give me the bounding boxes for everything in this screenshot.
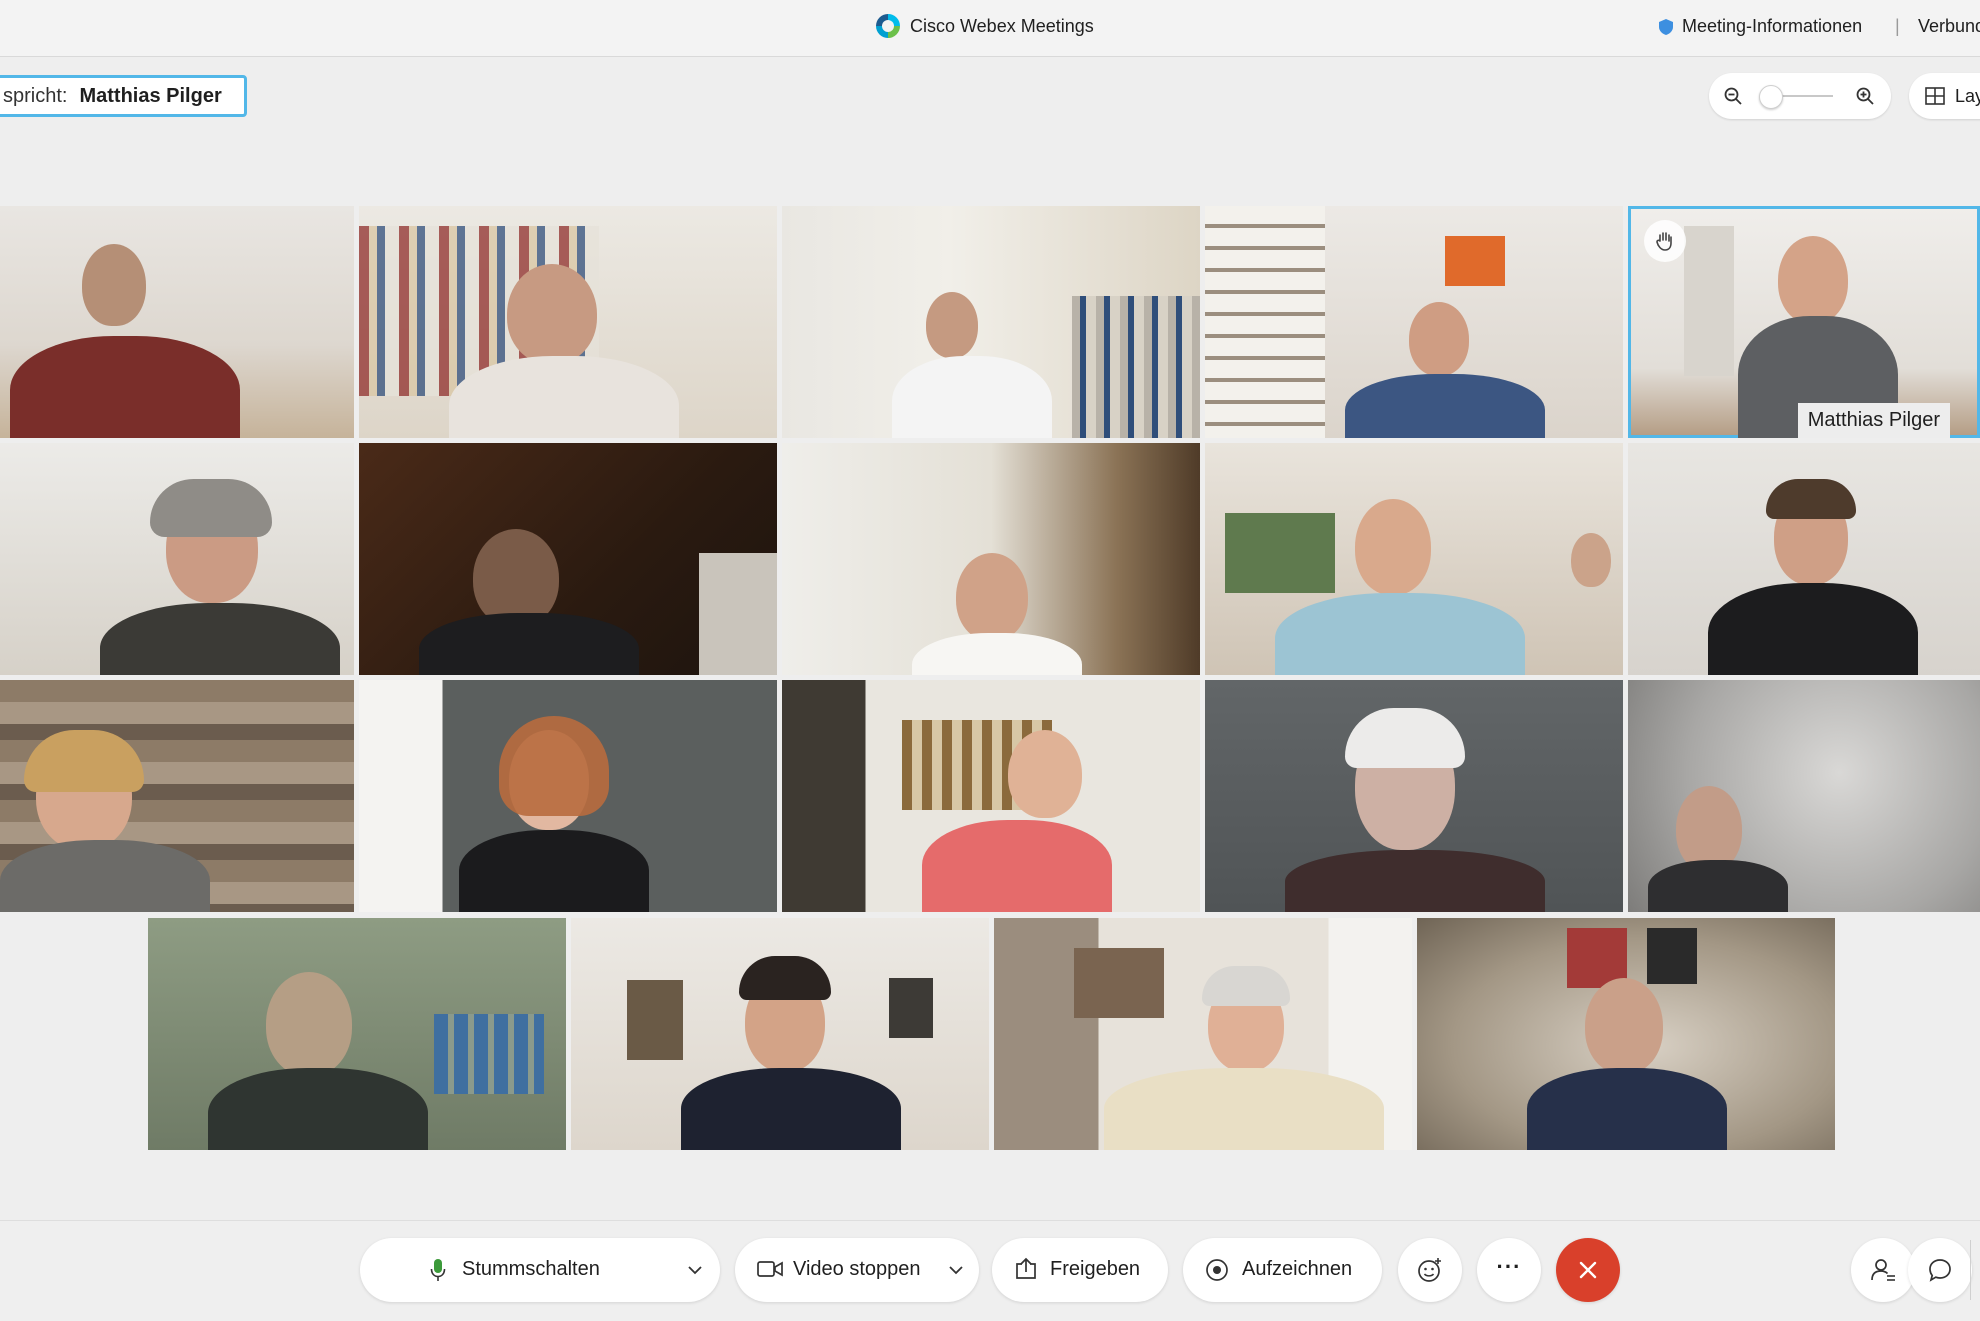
- participants-button[interactable]: [1851, 1238, 1915, 1302]
- video-tile[interactable]: [571, 918, 989, 1150]
- video-label: Video stoppen: [793, 1258, 921, 1280]
- record-icon: [1206, 1259, 1228, 1281]
- shield-icon: [1659, 18, 1673, 35]
- participant-name-tag: Matthias Pilger: [1797, 403, 1950, 438]
- connection-status: Verbunden: [1918, 16, 1980, 36]
- video-tile[interactable]: [1205, 443, 1623, 675]
- chevron-down-icon[interactable]: [949, 1266, 963, 1275]
- share-icon: [1016, 1257, 1036, 1279]
- speaking-label: spricht:: [3, 84, 68, 107]
- zoom-slider-thumb[interactable]: [1759, 85, 1783, 109]
- meeting-info-button[interactable]: Meeting-Informationen: [1658, 16, 1862, 37]
- record-button[interactable]: Aufzeichnen: [1183, 1238, 1382, 1302]
- mute-button[interactable]: Stummschalten: [360, 1238, 720, 1302]
- hand-icon: [1656, 232, 1672, 251]
- video-tile[interactable]: [359, 206, 777, 438]
- more-options-icon: ···: [1496, 1254, 1522, 1279]
- reactions-button[interactable]: [1398, 1238, 1462, 1302]
- chat-button[interactable]: [1908, 1238, 1972, 1302]
- app-title-text: Cisco Webex Meetings: [910, 15, 1094, 36]
- app-title: Cisco Webex Meetings: [876, 14, 1094, 38]
- chevron-down-icon[interactable]: [688, 1266, 702, 1275]
- video-tile[interactable]: [1628, 680, 1980, 912]
- share-label: Freigeben: [1050, 1258, 1141, 1280]
- speaking-name: Matthias Pilger: [79, 84, 222, 107]
- video-tile[interactable]: [359, 443, 777, 675]
- bottom-toolbar: [0, 1220, 1980, 1321]
- video-tile[interactable]: [1628, 443, 1980, 675]
- video-tile[interactable]: [0, 443, 354, 675]
- video-tile-active-speaker[interactable]: Matthias Pilger: [1628, 206, 1980, 438]
- active-speaker-badge: spricht: Matthias Pilger: [0, 75, 247, 117]
- video-tile[interactable]: [994, 918, 1412, 1150]
- layout-label: Layout: [1955, 85, 1980, 106]
- video-tile[interactable]: [1417, 918, 1835, 1150]
- microphone-icon: [430, 1259, 446, 1281]
- layout-grid-icon: [1925, 87, 1945, 105]
- video-tile[interactable]: [1205, 206, 1623, 438]
- title-separator: |: [1895, 16, 1900, 36]
- mute-label: Stummschalten: [462, 1258, 600, 1280]
- chat-bubble-icon: [1929, 1259, 1951, 1282]
- meeting-info-label: Meeting-Informationen: [1682, 16, 1863, 36]
- raise-hand-button[interactable]: [1644, 220, 1686, 262]
- stop-video-button[interactable]: Video stoppen: [735, 1238, 979, 1302]
- zoom-out-icon[interactable]: [1723, 86, 1743, 106]
- layout-button[interactable]: Layout: [1909, 73, 1980, 119]
- video-tile[interactable]: [359, 680, 777, 912]
- video-tile[interactable]: [0, 680, 354, 912]
- video-tile[interactable]: [148, 918, 566, 1150]
- video-tile[interactable]: [782, 206, 1200, 438]
- video-camera-icon: [757, 1261, 783, 1277]
- video-tile[interactable]: [782, 680, 1200, 912]
- zoom-control: [1709, 73, 1891, 119]
- zoom-in-icon[interactable]: [1855, 86, 1875, 106]
- share-button[interactable]: Freigeben: [992, 1238, 1168, 1302]
- toolbar-divider: [1970, 1240, 1971, 1300]
- close-icon: [1579, 1261, 1597, 1279]
- webex-logo-icon: [876, 14, 900, 38]
- video-tile[interactable]: [1205, 680, 1623, 912]
- record-label: Aufzeichnen: [1242, 1258, 1353, 1280]
- video-tile[interactable]: [782, 443, 1200, 675]
- more-options-button[interactable]: ···: [1477, 1238, 1541, 1302]
- participants-icon: [1871, 1259, 1895, 1281]
- emoji-reaction-icon: [1418, 1258, 1441, 1282]
- title-bar: Cisco Webex Meetings Meeting-Information…: [0, 0, 1980, 57]
- video-tile[interactable]: [0, 206, 354, 438]
- end-call-button[interactable]: [1556, 1238, 1620, 1302]
